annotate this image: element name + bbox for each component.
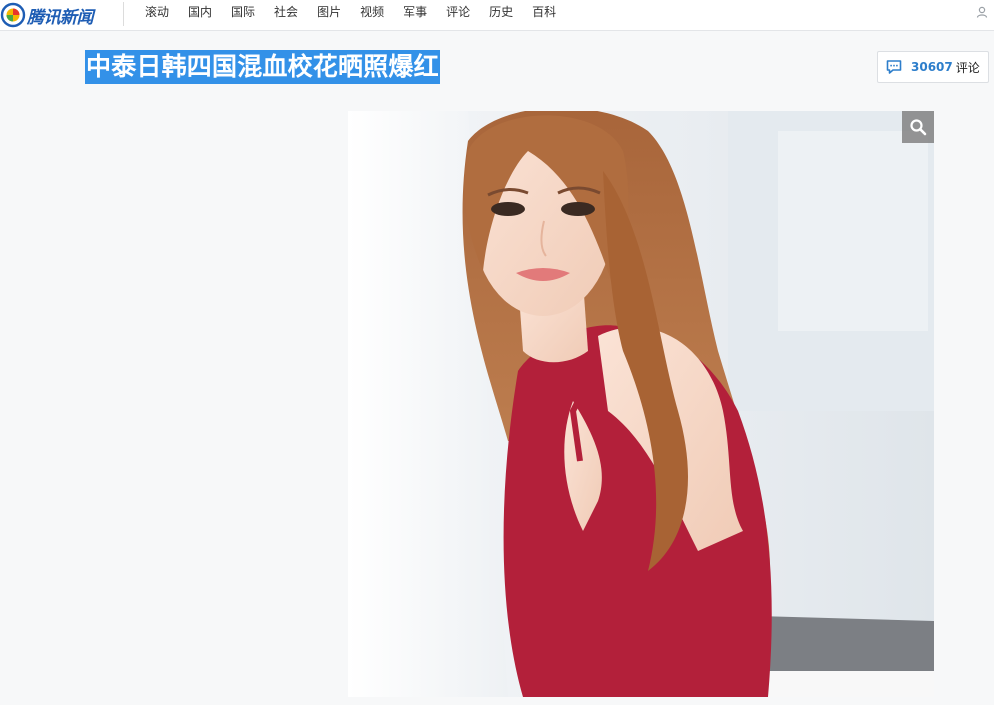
nav-item-scroll[interactable]: 滚动 xyxy=(145,0,169,28)
nav-item-domestic[interactable]: 国内 xyxy=(188,0,212,28)
site-logo-text: 腾讯新闻 xyxy=(27,7,94,28)
comment-count-button[interactable]: 30607 评论 xyxy=(877,51,989,83)
site-logo[interactable]: 腾讯新闻 xyxy=(0,2,110,28)
nav-item-history[interactable]: 历史 xyxy=(489,0,513,28)
nav-item-commentary[interactable]: 评论 xyxy=(446,0,470,28)
nav-item-international[interactable]: 国际 xyxy=(231,0,255,28)
article-title: 中泰日韩四国混血校花晒照爆红 xyxy=(85,50,440,84)
photo-illustration xyxy=(348,111,934,697)
user-icon[interactable] xyxy=(976,6,988,18)
nav-item-military[interactable]: 军事 xyxy=(403,0,427,28)
comment-bubble-icon xyxy=(886,60,902,74)
nav-item-pictures[interactable]: 图片 xyxy=(317,0,341,28)
comment-label: 评论 xyxy=(955,60,980,75)
search-icon xyxy=(910,119,927,136)
nav-item-society[interactable]: 社会 xyxy=(274,0,298,28)
main-nav: 滚动 国内 国际 社会 图片 视频 军事 评论 历史 百科 xyxy=(145,0,575,28)
photo-zoom-button[interactable] xyxy=(902,111,934,143)
tencent-news-logo-icon xyxy=(0,2,26,28)
article-photo[interactable] xyxy=(348,111,934,697)
comment-count: 30607 xyxy=(911,60,953,74)
top-navigation-bar: 腾讯新闻 滚动 国内 国际 社会 图片 视频 军事 评论 历史 百科 xyxy=(0,0,994,31)
nav-item-encyclopedia[interactable]: 百科 xyxy=(532,0,556,28)
nav-item-video[interactable]: 视频 xyxy=(360,0,384,28)
logo-divider xyxy=(123,2,124,26)
